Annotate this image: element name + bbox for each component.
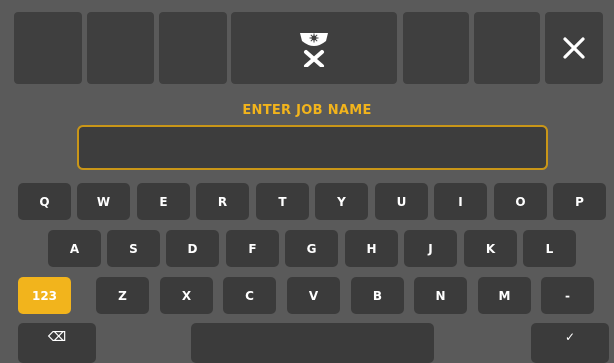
key-hyphen[interactable]: -	[541, 277, 594, 314]
key-e[interactable]: E	[137, 183, 190, 220]
cancel-job-icon	[300, 33, 328, 67]
key-l[interactable]: L	[523, 230, 576, 267]
key-i[interactable]: I	[434, 183, 487, 220]
key-j[interactable]: J	[404, 230, 457, 267]
toolbar-slot-5	[403, 12, 469, 84]
numeric-mode-key[interactable]: 123	[18, 277, 71, 314]
space-key[interactable]	[191, 323, 434, 363]
close-icon	[563, 37, 585, 59]
key-w[interactable]: W	[77, 183, 130, 220]
backspace-icon: ⌫	[47, 330, 67, 345]
key-x[interactable]: X	[160, 277, 213, 314]
toolbar-slot-2	[87, 12, 154, 84]
key-v[interactable]: V	[287, 277, 340, 314]
enter-key[interactable]: ✓	[531, 323, 609, 363]
key-d[interactable]: D	[166, 230, 219, 267]
key-b[interactable]: B	[351, 277, 404, 314]
key-g[interactable]: G	[285, 230, 338, 267]
key-o[interactable]: O	[494, 183, 547, 220]
key-h[interactable]: H	[345, 230, 398, 267]
close-button[interactable]	[545, 12, 603, 84]
checkmark-icon: ✓	[564, 330, 576, 344]
key-z[interactable]: Z	[96, 277, 149, 314]
prompt-title: ENTER JOB NAME	[242, 103, 372, 118]
key-t[interactable]: T	[256, 183, 309, 220]
cancel-job-button[interactable]	[231, 12, 397, 84]
key-c[interactable]: C	[223, 277, 276, 314]
key-f[interactable]: F	[226, 230, 279, 267]
key-q[interactable]: Q	[18, 183, 71, 220]
backspace-key[interactable]: ⌫	[18, 323, 96, 363]
toolbar-slot-1	[14, 12, 82, 84]
key-r[interactable]: R	[196, 183, 249, 220]
key-y[interactable]: Y	[315, 183, 368, 220]
toolbar-slot-6	[474, 12, 540, 84]
job-name-input[interactable]	[77, 125, 548, 170]
key-s[interactable]: S	[107, 230, 160, 267]
key-a[interactable]: A	[48, 230, 101, 267]
key-p[interactable]: P	[553, 183, 606, 220]
key-k[interactable]: K	[464, 230, 517, 267]
key-u[interactable]: U	[375, 183, 428, 220]
toolbar-slot-3	[159, 12, 227, 84]
key-n[interactable]: N	[414, 277, 467, 314]
key-m[interactable]: M	[478, 277, 531, 314]
